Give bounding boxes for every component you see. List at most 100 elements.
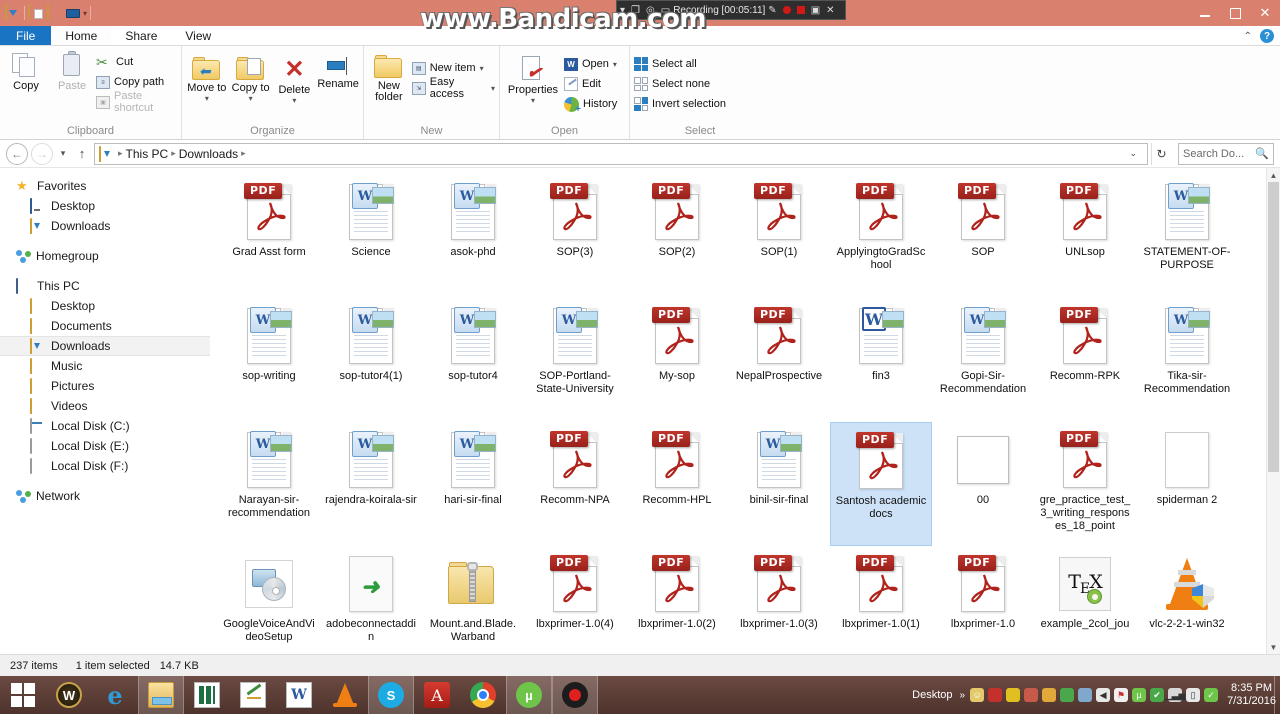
sidebar-item-pictures[interactable]: Pictures (0, 376, 210, 396)
delete-button[interactable]: ✕ Delete ▾ (274, 55, 316, 106)
show-desktop-button[interactable] (1274, 676, 1280, 714)
chevron-down-icon[interactable]: ▾ (205, 94, 209, 103)
desktop-peek-label[interactable]: Desktop (912, 689, 952, 701)
scroll-up-icon[interactable]: ▲ (1267, 168, 1280, 182)
signal-icon[interactable]: ▁▃▅ (1165, 688, 1185, 702)
new-folder-button[interactable]: New folder (368, 53, 410, 103)
file-item[interactable]: PDF lbxprimer-1.0 (932, 546, 1034, 654)
record-square-icon[interactable] (796, 6, 805, 14)
sidebar-item-videos[interactable]: Videos (0, 396, 210, 416)
taskbar-ie[interactable]: e (92, 676, 138, 714)
breadcrumb-downloads[interactable]: Downloads (179, 147, 238, 161)
utorrent2-icon[interactable]: µ (1132, 688, 1147, 702)
volume-icon[interactable]: ◀ (1096, 688, 1111, 702)
file-item[interactable]: PDF lbxprimer-1.0(2) (626, 546, 728, 654)
tab-home[interactable]: Home (51, 26, 112, 45)
camera-icon[interactable]: ▣ (811, 5, 820, 16)
copy-button[interactable]: Copy (4, 49, 48, 92)
taskbar-vlc[interactable] (322, 676, 368, 714)
refresh-button[interactable]: ↻ (1151, 142, 1171, 165)
forward-button[interactable]: → (31, 142, 53, 165)
cut-button[interactable]: ✂ Cut (96, 53, 177, 71)
file-item[interactable]: vlc-2-2-1-win32 (1136, 546, 1238, 654)
move-to-button[interactable]: ⬅ Move to ▾ (186, 55, 228, 103)
sidebar-item-favorites[interactable]: ★ Favorites (0, 176, 210, 196)
taskbar-utorrent[interactable]: µ (506, 676, 552, 714)
sidebar-item-documents[interactable]: Documents (0, 316, 210, 336)
file-item[interactable]: ➜ adobeconnectaddin (320, 546, 422, 654)
chevron-up-icon[interactable]: ⌃ (1244, 31, 1252, 42)
file-item[interactable]: PDF SOP (932, 174, 1034, 298)
file-item[interactable]: Mount.and.Blade.Warband (422, 546, 524, 654)
file-item[interactable]: Wrajendra-koirala-sir (320, 422, 422, 546)
file-item[interactable]: PDF Recomm-NPA (524, 422, 626, 546)
file-item[interactable]: W SOP-Portland-State-University (524, 298, 626, 422)
chevron-down-icon[interactable]: ▾ (480, 64, 484, 73)
properties-button[interactable]: ✔ Properties ▾ (504, 53, 562, 105)
help-icon[interactable]: ? (1260, 29, 1274, 43)
file-item[interactable]: Wbinil-sir-final (728, 422, 830, 546)
file-item[interactable]: TEX example_2col_jou (1034, 546, 1136, 654)
maximize-button[interactable] (1220, 0, 1250, 26)
start-button[interactable] (0, 676, 46, 714)
action-center-icon[interactable]: ⚑ (1114, 688, 1129, 702)
file-item[interactable]: PDF gre_practice_test_3_writing_responses… (1034, 422, 1136, 546)
taskbar-bandicam[interactable] (552, 676, 598, 714)
file-item[interactable]: PDF lbxprimer-1.0(3) (728, 546, 830, 654)
file-item[interactable]: Wasok-phd (422, 174, 524, 298)
file-item[interactable]: PDF ApplyingtoGradSchool (830, 174, 932, 298)
sidebar-item-this-pc[interactable]: This PC (0, 276, 210, 296)
chevron-down-icon[interactable]: ▾ (491, 84, 495, 93)
record-tray-icon[interactable] (988, 688, 1003, 702)
utorrent-tray-icon[interactable] (1006, 688, 1021, 702)
paste-button[interactable]: Paste (50, 49, 94, 92)
file-item[interactable]: Wsop-tutor4 (422, 298, 524, 422)
invert-selection-button[interactable]: Invert selection (634, 95, 726, 113)
edit-button[interactable]: Edit (564, 75, 617, 93)
file-item[interactable]: PDF NepalProspective (728, 298, 830, 422)
new-item-button[interactable]: ▤ New item ▾ (411, 59, 495, 77)
copy-path-button[interactable]: ≡ Copy path (96, 73, 177, 91)
sidebar-item-desktop[interactable]: Desktop (0, 296, 210, 316)
vertical-scrollbar[interactable]: ▲ ▼ (1266, 168, 1280, 654)
scrollbar-thumb[interactable] (1268, 182, 1279, 472)
file-item[interactable]: W Tika-sir-Recommendation (1136, 298, 1238, 422)
copy-to-button[interactable]: Copy to ▾ (230, 55, 272, 103)
sidebar-item-music[interactable]: Music (0, 356, 210, 376)
chevron-down-icon[interactable]: ▾ (531, 96, 535, 105)
folder-new-icon[interactable] (28, 4, 44, 21)
file-item[interactable]: W Gopi-Sir-Recommendation (932, 298, 1034, 422)
sidebar-item-homegroup[interactable]: Homegroup (0, 246, 210, 266)
file-item[interactable]: W STATEMENT-OF-PURPOSE (1136, 174, 1238, 298)
download-tray-icon[interactable] (1060, 688, 1075, 702)
teamviewer-tray-icon[interactable] (1042, 688, 1057, 702)
search-input[interactable]: Search Do... 🔍 (1178, 142, 1274, 165)
antivirus-icon[interactable]: ✔ (1150, 688, 1165, 702)
breadcrumb-this-pc[interactable]: This PC (126, 147, 169, 161)
tab-share[interactable]: Share (111, 26, 171, 45)
file-item[interactable]: PDF SOP(1) (728, 174, 830, 298)
taskbar-skype[interactable]: S (368, 676, 414, 714)
select-all-button[interactable]: Select all (634, 55, 726, 73)
history-button[interactable]: History (564, 95, 617, 115)
file-item[interactable]: PDF lbxprimer-1.0(1) (830, 546, 932, 654)
taskbar-acrobat[interactable]: A (414, 676, 460, 714)
network-tray-icon[interactable] (1078, 688, 1093, 702)
file-item[interactable]: 00 (932, 422, 1034, 546)
folder-icon[interactable] (47, 4, 63, 21)
shield-icon[interactable]: ✓ (1204, 688, 1219, 702)
taskbar-explorer[interactable] (138, 676, 184, 714)
file-item[interactable]: PDF Recomm-RPK (1034, 298, 1136, 422)
file-item[interactable]: Whari-sir-final (422, 422, 524, 546)
chevron-down-icon[interactable]: ▾ (83, 9, 87, 18)
sidebar-item-local-disk-f[interactable]: Local Disk (F:) (0, 456, 210, 476)
paste-shortcut-button[interactable]: ▣ Paste shortcut (96, 90, 177, 114)
file-item[interactable]: Wsop-tutor4(1) (320, 298, 422, 422)
pencil-icon[interactable]: ✎ (768, 5, 776, 16)
file-item[interactable]: W Narayan-sir-recommendation (218, 422, 320, 546)
chevron-down-icon[interactable]: ▾ (249, 94, 253, 103)
open-button[interactable]: W Open ▾ (564, 55, 617, 73)
taskbar-excel[interactable] (184, 676, 230, 714)
breadcrumb[interactable]: ▸ This PC ▸ Downloads ▸ ⌄ (94, 142, 1148, 165)
bandicam-tray-icon[interactable]: ☺ (970, 688, 985, 702)
